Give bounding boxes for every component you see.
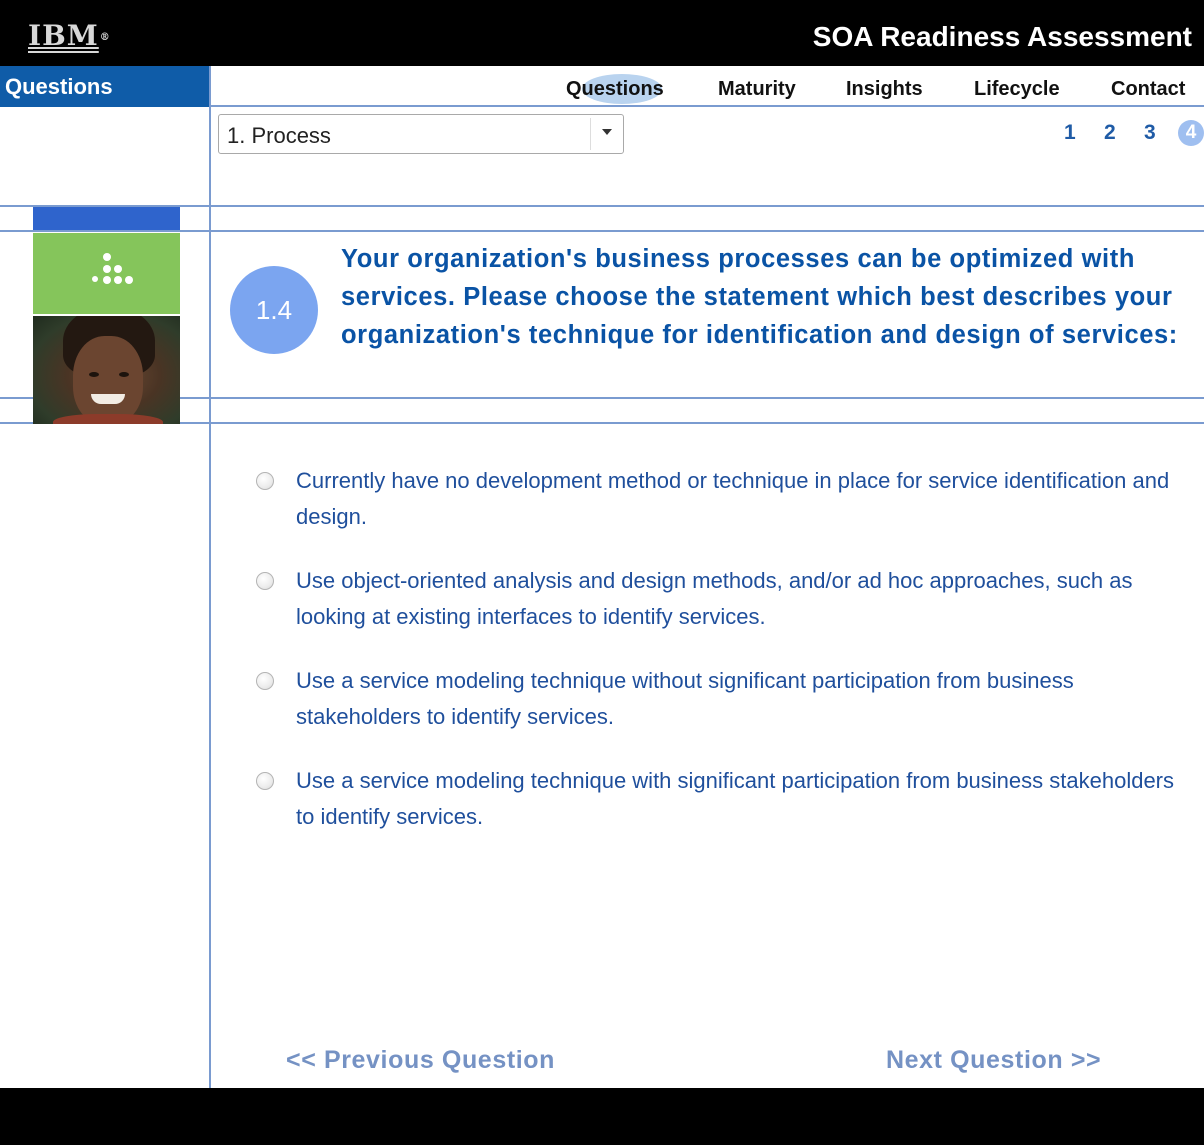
page-link-1[interactable]: 1 [1064,118,1076,148]
category-dropdown-value: 1. Process [227,123,331,148]
registered-mark: ® [99,31,111,43]
page-link-current[interactable]: 4 [1178,120,1204,146]
category-dropdown[interactable]: 1. Process [218,114,624,154]
sidebar-section-label: Questions [0,66,209,107]
radio-button[interactable] [256,572,274,590]
nav-lifecycle[interactable]: Lifecycle [974,74,1060,104]
top-bar: IBM® SOA Readiness Assessment [0,0,1204,66]
question-text: Your organization's business processes c… [341,245,1178,349]
ibm-logo: IBM® [28,22,111,52]
divider [0,397,1204,399]
logo-text: IBM [28,19,99,52]
question-number-badge: 1.4 [230,266,318,354]
sidebar-accent-bar [33,207,180,230]
nav-contact[interactable]: Contact [1111,74,1185,104]
footer-bar [0,1088,1204,1145]
dropdown-separator [590,118,591,150]
chevron-down-icon [602,129,612,135]
radio-button[interactable] [256,672,274,690]
radio-button[interactable] [256,472,274,490]
nav-divider [209,105,1204,107]
divider [0,205,1204,207]
nav-insights[interactable]: Insights [846,74,923,104]
vertical-divider [209,66,211,1088]
radio-button[interactable] [256,772,274,790]
person-photo [33,316,180,424]
app-title: SOA Readiness Assessment [812,21,1192,52]
option-label: Use a service modeling technique without… [296,668,1074,729]
divider [0,422,1204,424]
nav-maturity[interactable]: Maturity [718,74,796,104]
nav-questions[interactable]: Questions [566,74,664,104]
option-label: Use object-oriented analysis and design … [296,568,1133,629]
option-label: Use a service modeling technique with si… [296,768,1175,829]
previous-question-link[interactable]: << Previous Question [286,1043,555,1077]
page-link-3[interactable]: 3 [1144,118,1156,148]
option-label: Currently have no development method or … [296,468,1170,529]
next-question-link[interactable]: Next Question >> [886,1043,1101,1077]
question-pager: 1 2 3 4 [1028,118,1204,148]
divider [0,230,1204,232]
page-link-2[interactable]: 2 [1104,118,1116,148]
dots-icon [33,233,180,314]
